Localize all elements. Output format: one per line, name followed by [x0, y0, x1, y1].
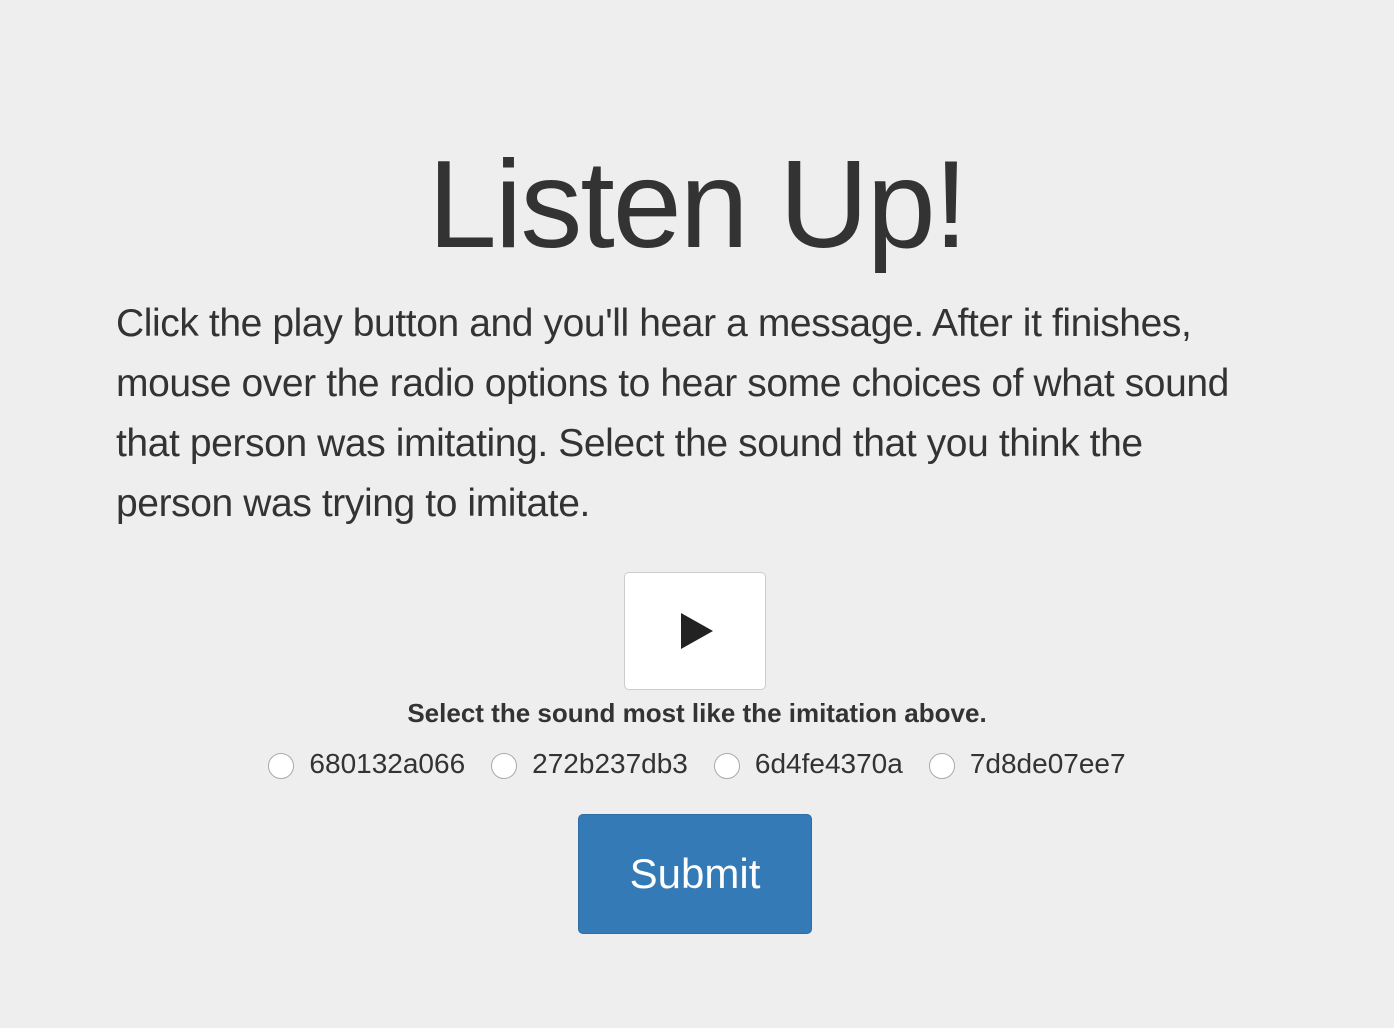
radio-option-3[interactable]: 6d4fe4370a: [713, 746, 903, 782]
radio-option-label: 7d8de07ee7: [969, 748, 1126, 779]
radio-button[interactable]: [713, 752, 740, 779]
question-prompt: Select the sound most like the imitation…: [407, 698, 987, 728]
instructions-text: Click the play button and you'll hear a …: [116, 302, 1229, 525]
radio-option-2[interactable]: 272b237db3: [491, 746, 688, 782]
radio-option-label: 680132a066: [309, 748, 466, 779]
radio-option-label: 272b237db3: [532, 748, 688, 779]
page-title: Listen Up!: [427, 136, 968, 274]
radio-button[interactable]: [928, 752, 955, 779]
radio-option-label: 6d4fe4370a: [754, 748, 903, 779]
radio-option-4[interactable]: 7d8de07ee7: [928, 746, 1126, 782]
page: Listen Up! Click the play button and you…: [0, 0, 1394, 1028]
submit-button[interactable]: Submit: [578, 814, 812, 934]
radio-options: 680132a066 272b237db3 6d4fe4370a 7d8de07…: [0, 746, 1394, 782]
play-icon: [681, 613, 713, 649]
radio-button[interactable]: [268, 752, 295, 779]
play-button[interactable]: [624, 572, 766, 690]
radio-button[interactable]: [491, 752, 518, 779]
radio-option-1[interactable]: 680132a066: [268, 746, 465, 782]
